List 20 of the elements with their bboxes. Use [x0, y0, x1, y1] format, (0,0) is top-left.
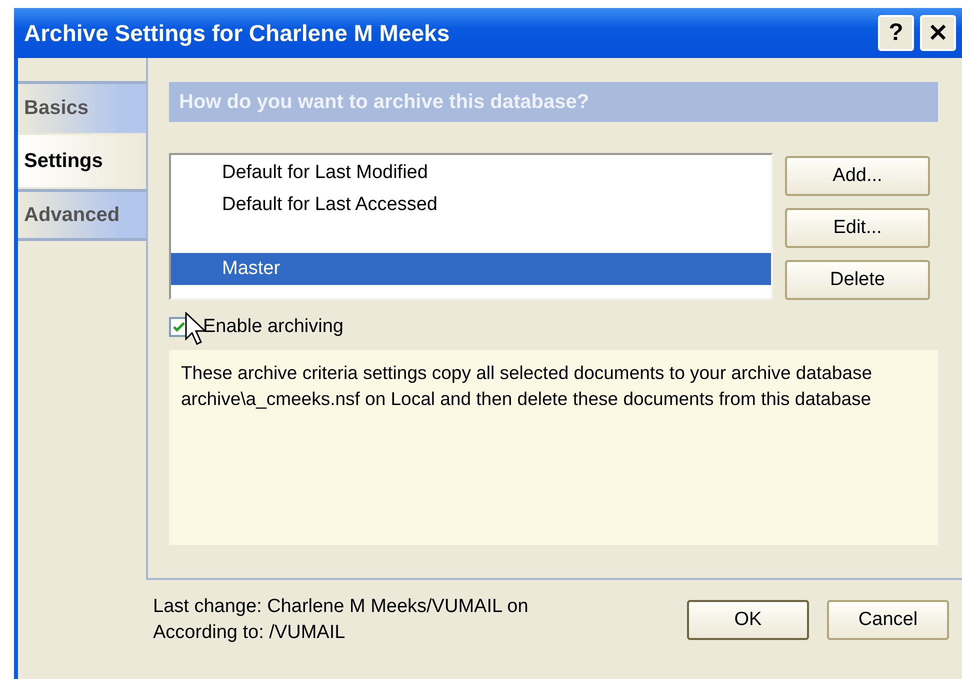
cancel-button[interactable]: Cancel: [827, 600, 949, 640]
criteria-button[interactable]: Add...: [785, 156, 930, 196]
help-button[interactable]: ?: [878, 15, 914, 51]
window-title: Archive Settings for Charlene M Meeks: [24, 20, 451, 46]
list-item[interactable]: Default for Last Modified: [171, 157, 771, 189]
criteria-button[interactable]: Delete: [785, 260, 930, 300]
description-text: These archive criteria settings copy all selected documents to your archive database archive\a_cmeeks.nsf on Local and then delete these documents from this database: [169, 350, 938, 545]
section-header: How do you want to archive this database?: [169, 82, 938, 122]
criteria-button[interactable]: Edit...: [785, 208, 930, 248]
tab[interactable]: Basics: [18, 81, 146, 133]
last-change-text: Last change: Charlene M Meeks/VUMAIL on: [153, 594, 530, 618]
list-item[interactable]: Master: [171, 253, 771, 285]
ok-button[interactable]: OK: [687, 600, 809, 640]
list-item[interactable]: Default for Last Accessed: [171, 189, 771, 221]
according-to-text: According to: /VUMAIL: [153, 620, 346, 644]
close-button[interactable]: ✕: [920, 15, 956, 51]
checkmark-icon: [173, 321, 185, 333]
checkbox-label: Enable archiving: [203, 316, 344, 338]
criteria-list[interactable]: Default for Last Modified Default for Last Accessed Master: [169, 153, 773, 300]
tab[interactable]: Advanced: [18, 189, 146, 241]
